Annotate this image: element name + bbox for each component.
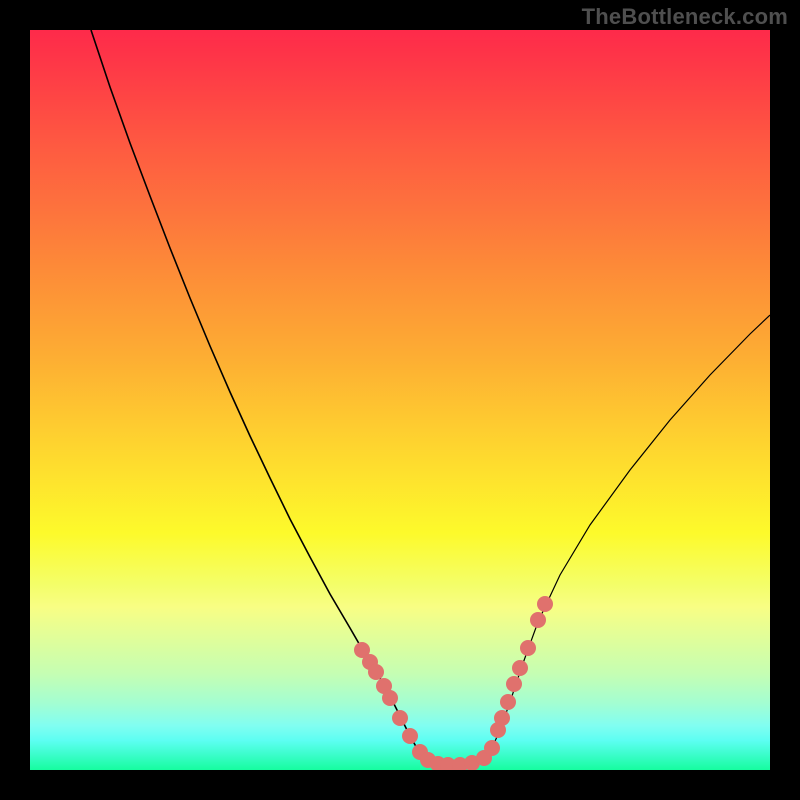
data-marker: [494, 710, 510, 726]
data-marker: [520, 640, 536, 656]
data-marker: [500, 694, 516, 710]
data-marker: [392, 710, 408, 726]
watermark-text: TheBottleneck.com: [582, 4, 788, 30]
curve-layer: [30, 30, 770, 770]
plot-area: [30, 30, 770, 770]
right-arm-curve: [485, 315, 770, 758]
left-arm-curve: [91, 30, 425, 758]
data-marker: [512, 660, 528, 676]
data-marker: [537, 596, 553, 612]
data-marker: [484, 740, 500, 756]
data-marker: [382, 690, 398, 706]
data-marker: [402, 728, 418, 744]
data-marker: [368, 664, 384, 680]
chart-container: TheBottleneck.com: [0, 0, 800, 800]
data-markers: [354, 596, 553, 770]
data-marker: [506, 676, 522, 692]
data-marker: [530, 612, 546, 628]
